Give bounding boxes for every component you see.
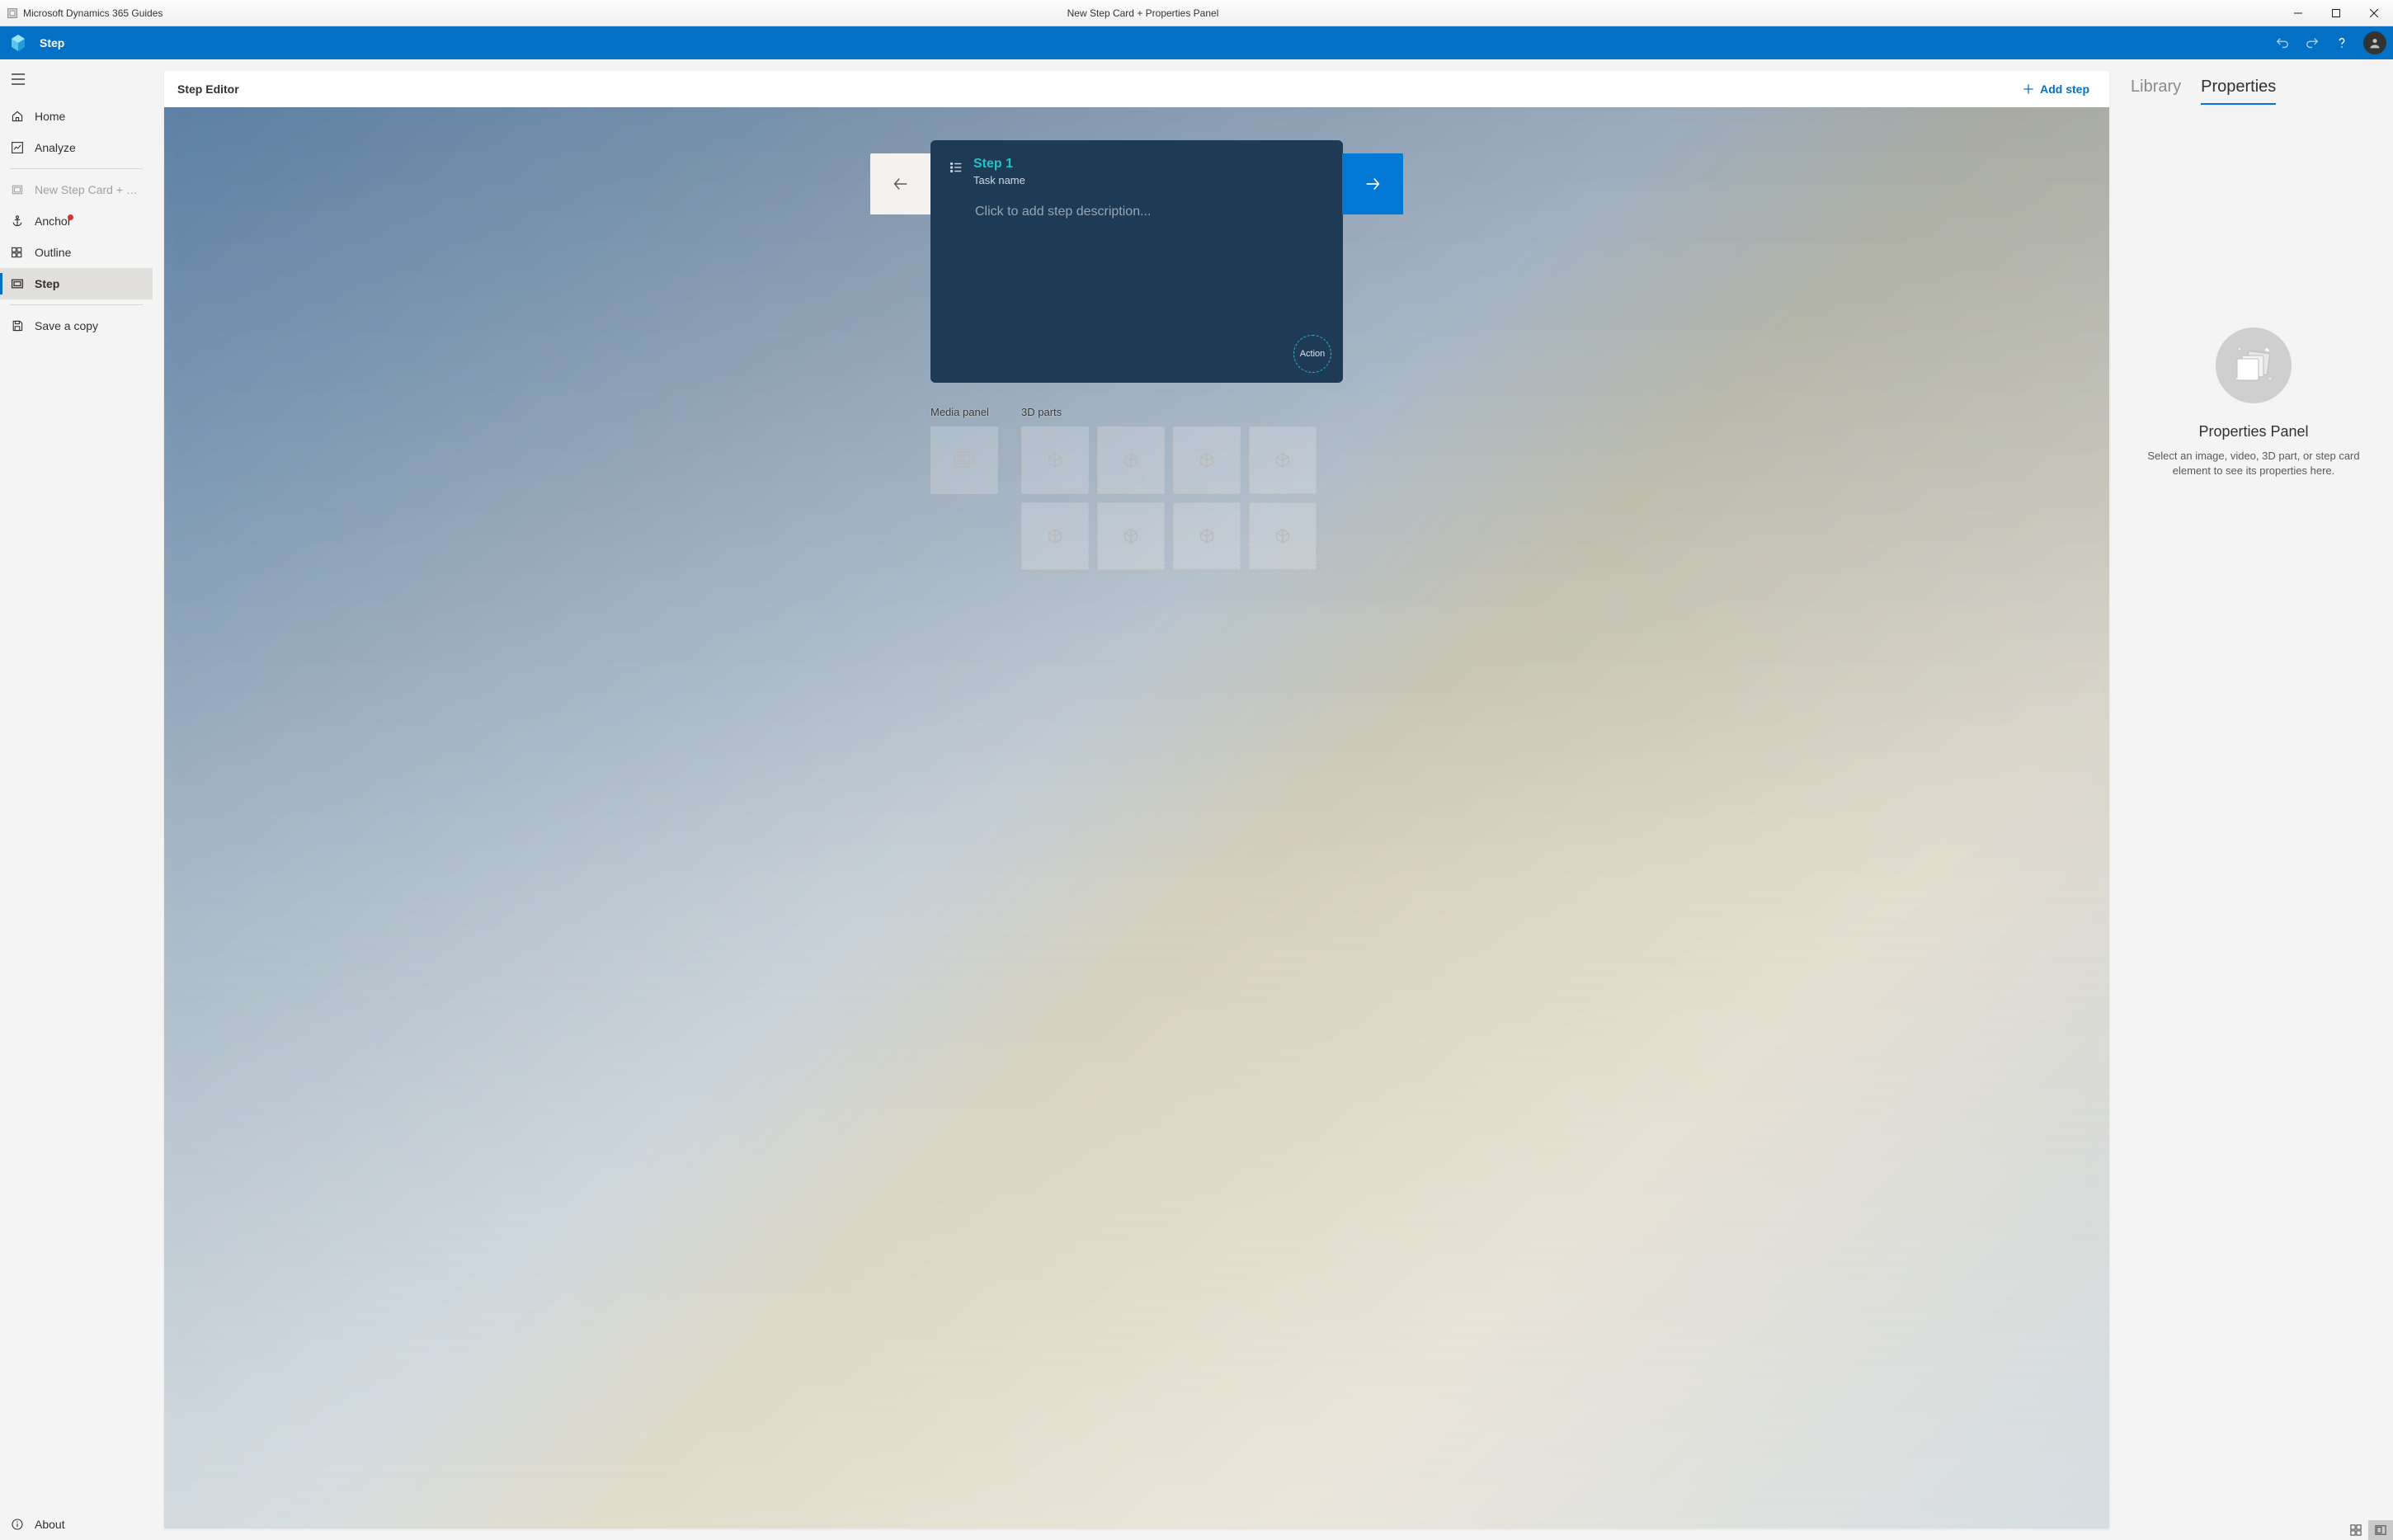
window-maximize-button[interactable] — [2317, 0, 2355, 26]
sidebar-item-label: Analyze — [35, 141, 143, 154]
3d-parts-label: 3D parts — [1021, 406, 1317, 418]
sidebar-item-outline[interactable]: Outline — [0, 237, 153, 268]
sidebar-toggle-button[interactable] — [0, 64, 36, 94]
step-card[interactable]: Step 1 Task name Click to add step descr… — [930, 140, 1343, 383]
properties-description: Select an image, video, 3D part, or step… — [2142, 449, 2365, 478]
sidebar-item-label: About — [35, 1518, 143, 1531]
3d-part-slot[interactable] — [1173, 426, 1241, 494]
add-step-label: Add step — [2040, 82, 2089, 96]
analyze-icon — [10, 141, 25, 154]
app-icon — [7, 7, 18, 19]
info-icon — [10, 1518, 25, 1531]
user-avatar[interactable] — [2363, 31, 2386, 54]
save-icon — [10, 319, 25, 332]
divider — [10, 168, 143, 169]
home-icon — [10, 110, 25, 123]
sidebar: Home Analyze New Step Card + Pr... Ancho… — [0, 59, 153, 1540]
editor-canvas: Step 1 Task name Click to add step descr… — [164, 107, 2109, 1528]
tab-properties[interactable]: Properties — [2201, 76, 2276, 105]
3d-part-slot[interactable] — [1097, 426, 1165, 494]
app-title: Microsoft Dynamics 365 Guides — [23, 7, 163, 19]
window-close-button[interactable] — [2355, 0, 2393, 26]
titlebar: Microsoft Dynamics 365 Guides New Step C… — [0, 0, 2393, 26]
tab-library[interactable]: Library — [2131, 76, 2181, 105]
view-grid-button[interactable] — [2344, 1520, 2368, 1540]
undo-button[interactable] — [2269, 30, 2296, 56]
sidebar-item-current-doc[interactable]: New Step Card + Pr... — [0, 174, 153, 205]
sidebar-item-label: Save a copy — [35, 319, 143, 332]
document-title: New Step Card + Properties Panel — [764, 7, 1521, 19]
sidebar-item-save-copy[interactable]: Save a copy — [0, 310, 153, 341]
step-subtitle[interactable]: Task name — [973, 174, 1025, 186]
anchor-icon — [10, 214, 25, 228]
alert-dot-icon — [68, 214, 73, 220]
3d-part-slot[interactable] — [1021, 426, 1089, 494]
steps-list-icon — [949, 160, 963, 175]
sidebar-item-label: New Step Card + Pr... — [35, 183, 143, 196]
sidebar-item-label: Outline — [35, 246, 143, 259]
sidebar-item-anchor[interactable]: Anchor — [0, 205, 153, 237]
sidebar-item-step[interactable]: Step — [0, 268, 153, 299]
media-panel-label: Media panel — [930, 406, 998, 418]
step-description-input[interactable]: Click to add step description... — [930, 190, 1343, 371]
editor-title: Step Editor — [177, 82, 239, 96]
divider — [10, 304, 143, 305]
sidebar-item-label: Anchor — [35, 214, 143, 228]
properties-title: Properties Panel — [2198, 423, 2308, 440]
app-logo[interactable] — [0, 26, 36, 59]
commandbar-title: Step — [36, 36, 64, 49]
commandbar: Step — [0, 26, 2393, 59]
sidebar-item-home[interactable]: Home — [0, 101, 153, 132]
properties-empty-icon — [2216, 327, 2292, 403]
view-detail-button[interactable] — [2368, 1520, 2393, 1540]
action-badge-button[interactable]: Action — [1293, 335, 1331, 373]
sidebar-item-label: Step — [35, 277, 143, 290]
media-slot[interactable] — [930, 426, 998, 494]
3d-part-slot[interactable] — [1249, 426, 1317, 494]
step-icon — [10, 277, 25, 290]
previous-step-button[interactable] — [870, 153, 931, 214]
3d-part-slot[interactable] — [1021, 502, 1089, 570]
sidebar-item-label: Home — [35, 110, 143, 123]
add-step-button[interactable]: Add step — [2015, 78, 2096, 101]
right-panel: Library Properties — [2121, 71, 2393, 1528]
window-minimize-button[interactable] — [2279, 0, 2317, 26]
3d-part-slot[interactable] — [1173, 502, 1241, 570]
step-title[interactable]: Step 1 — [973, 157, 1025, 172]
next-step-button[interactable] — [1342, 153, 1403, 214]
outline-icon — [10, 246, 25, 259]
sidebar-item-analyze[interactable]: Analyze — [0, 132, 153, 163]
sidebar-item-about[interactable]: About — [0, 1509, 153, 1540]
3d-part-slot[interactable] — [1249, 502, 1317, 570]
redo-button[interactable] — [2299, 30, 2325, 56]
3d-part-slot[interactable] — [1097, 502, 1165, 570]
help-button[interactable] — [2329, 30, 2355, 56]
document-icon — [10, 183, 25, 196]
editor-panel: Step Editor Add step — [164, 71, 2109, 1528]
